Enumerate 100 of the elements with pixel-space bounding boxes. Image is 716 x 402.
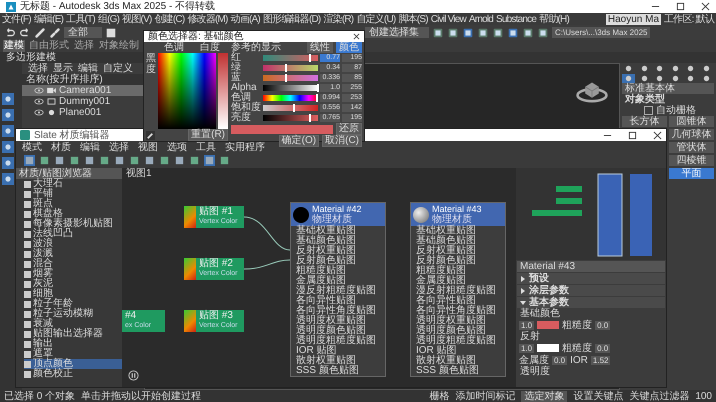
material-slot[interactable]: 反射权重贴图	[291, 246, 385, 256]
browser-header[interactable]: 材质/贴图浏览器	[16, 168, 122, 179]
toolbar-tool-icon[interactable]	[462, 26, 474, 38]
map-list-item[interactable]: 烟雾	[24, 269, 122, 279]
map-list-item[interactable]: 衰减	[24, 319, 122, 329]
close-icon[interactable]	[701, 2, 710, 11]
material-slot[interactable]: 基础权重贴图	[291, 226, 385, 236]
material-slot[interactable]: 漫反射粗糙度贴图	[411, 286, 505, 296]
close-icon[interactable]	[653, 130, 662, 140]
menu-item[interactable]: 帮助(H)	[539, 14, 569, 24]
map-list-item[interactable]: 粒子年龄	[24, 299, 122, 309]
material-slot[interactable]: 透明度权重贴图	[291, 316, 385, 326]
material-slot[interactable]: 反射权重贴图	[411, 246, 505, 256]
map-list-item[interactable]: 斑点	[24, 199, 122, 209]
toolbar-tool-icon[interactable]	[477, 26, 489, 38]
mode-button[interactable]: 线性	[307, 42, 333, 53]
map-list-item[interactable]: 细胞	[24, 289, 122, 299]
material-slot[interactable]: 各向异性贴图	[291, 296, 385, 306]
map-list-item[interactable]: 每像素摄影机贴图	[24, 219, 122, 229]
autogrid-checkbox[interactable]: 自动栅格	[622, 105, 714, 116]
map-list-item[interactable]: 输出	[24, 339, 122, 349]
material-name-dropdown[interactable]: Material #43	[517, 261, 665, 272]
menu-item[interactable]: 视图(V)	[122, 14, 152, 24]
explorer-tool-icon[interactable]	[2, 125, 14, 137]
material-slot[interactable]: 散射权重贴图	[291, 356, 385, 366]
ribbon-tab[interactable]: 建模	[3, 40, 25, 52]
material-slot[interactable]: 散射权重贴图	[411, 356, 505, 366]
explorer-tool-icon[interactable]	[2, 93, 14, 105]
value-spinner[interactable]: 0.0	[595, 320, 610, 330]
menu-item[interactable]: 实用程序	[225, 142, 265, 152]
map-list-item[interactable]: 大理石	[24, 179, 122, 189]
editor-tool-icon[interactable]	[174, 155, 185, 166]
menu-item[interactable]: Civil View	[430, 14, 466, 24]
workspace-dropdown[interactable]: 工作区: 默认	[664, 14, 714, 24]
undo-icon[interactable]	[4, 26, 16, 38]
ribbon-tab[interactable]: 对象绘制	[98, 40, 140, 52]
value-spinner[interactable]: 0.0	[595, 344, 610, 352]
explorer-menu-item[interactable]: 显示	[53, 63, 73, 74]
material-slot[interactable]: 基础权重贴图	[411, 226, 505, 236]
material-slot[interactable]: 各向异性角度贴图	[291, 306, 385, 316]
material-slot[interactable]: IOR 贴图	[411, 346, 505, 356]
material-node-header[interactable]: Material #43 物理材质	[411, 203, 505, 226]
frame-field[interactable]: 100	[695, 390, 712, 402]
column-header[interactable]: 名称(按升序排序)	[22, 74, 144, 85]
eye-icon[interactable]	[34, 87, 44, 94]
editor-tool-icon[interactable]	[69, 155, 80, 166]
toolbar-tool-icon[interactable]	[492, 26, 504, 38]
editor-tool-icon[interactable]	[189, 155, 200, 166]
menu-item[interactable]: 修改器(M)	[187, 14, 228, 24]
editor-tool-icon[interactable]	[39, 155, 50, 166]
object-type-button[interactable]: 长方体	[622, 116, 667, 127]
object-type-button[interactable]: 圆锥体	[669, 116, 714, 127]
rollout-header[interactable]: 预设	[517, 273, 665, 284]
material-slot[interactable]: 粗糙度贴图	[411, 266, 505, 276]
toolbar-tool-icon[interactable]	[537, 26, 549, 38]
selection-set-dropdown[interactable]: 创建选择集	[365, 27, 429, 38]
rollout-header[interactable]: 基本参数	[517, 297, 665, 308]
explorer-tool-icon[interactable]	[2, 109, 14, 121]
object-type-button[interactable]: 平面	[669, 168, 714, 179]
color-swatch[interactable]	[537, 321, 560, 329]
rollout-header[interactable]: 涂层参数	[517, 285, 665, 296]
menu-item[interactable]: 工具(T)	[66, 14, 95, 24]
user-field[interactable]: Haoyun Ma	[606, 14, 662, 24]
view-tab[interactable]: 视图1	[126, 168, 152, 179]
menu-item[interactable]: Arnold	[468, 14, 494, 24]
selected-objects-dropdown[interactable]: 选定对象	[521, 390, 568, 402]
project-path-field[interactable]: C:\Users\...\3ds Max 2025	[552, 27, 650, 38]
menu-item[interactable]: 工具	[196, 142, 216, 152]
eye-icon[interactable]	[34, 98, 44, 105]
eyedropper-icon[interactable]	[146, 130, 155, 140]
channel-slider[interactable]	[263, 55, 318, 61]
material-slot[interactable]: SSS 颜色贴图	[411, 366, 505, 376]
menu-item[interactable]: 图形编辑器(D)	[262, 14, 320, 24]
menu-item[interactable]: 渲染(R)	[323, 14, 354, 24]
map-list-item[interactable]: 粒子运动模糊	[24, 309, 122, 319]
link-icon[interactable]	[34, 26, 46, 38]
map-list-item[interactable]: 颜色校正	[24, 369, 122, 379]
menu-item[interactable]: 组(G)	[98, 14, 120, 24]
filter-dropdown[interactable]: 全部	[64, 27, 102, 38]
toolbar-tool-icon[interactable]	[432, 26, 444, 38]
set-key-button[interactable]: 设置关键点	[573, 390, 624, 402]
category-dropdown[interactable]: 标准基本体	[622, 83, 714, 94]
whiteness-bar[interactable]	[218, 53, 228, 129]
value-spinner[interactable]: 1.0	[519, 344, 534, 352]
explorer-menu-item[interactable]: 自定义	[103, 63, 133, 74]
object-type-button[interactable]: 管状体	[669, 142, 714, 153]
value-spinner[interactable]: 1.0	[519, 320, 534, 330]
material-slot[interactable]: 反射颜色贴图	[291, 256, 385, 266]
hue-spectrum[interactable]	[158, 53, 216, 129]
material-node-header[interactable]: Material #42 物理材质	[291, 203, 385, 226]
map-list-item[interactable]: 平铺	[24, 189, 122, 199]
map-list-item[interactable]: 混合	[24, 259, 122, 269]
menu-item[interactable]: 文件(F)	[2, 14, 31, 24]
editor-tool-icon[interactable]	[84, 155, 95, 166]
material-slot[interactable]: 基础颜色贴图	[411, 236, 505, 246]
menu-item[interactable]: 材质	[51, 142, 71, 152]
command-panel-tab-icon[interactable]	[622, 74, 635, 83]
object-type-button[interactable]: 几何球体	[669, 129, 714, 140]
time-tag-button[interactable]: 添加时间标记	[455, 390, 516, 402]
toolbar-tool-icon[interactable]	[507, 26, 519, 38]
